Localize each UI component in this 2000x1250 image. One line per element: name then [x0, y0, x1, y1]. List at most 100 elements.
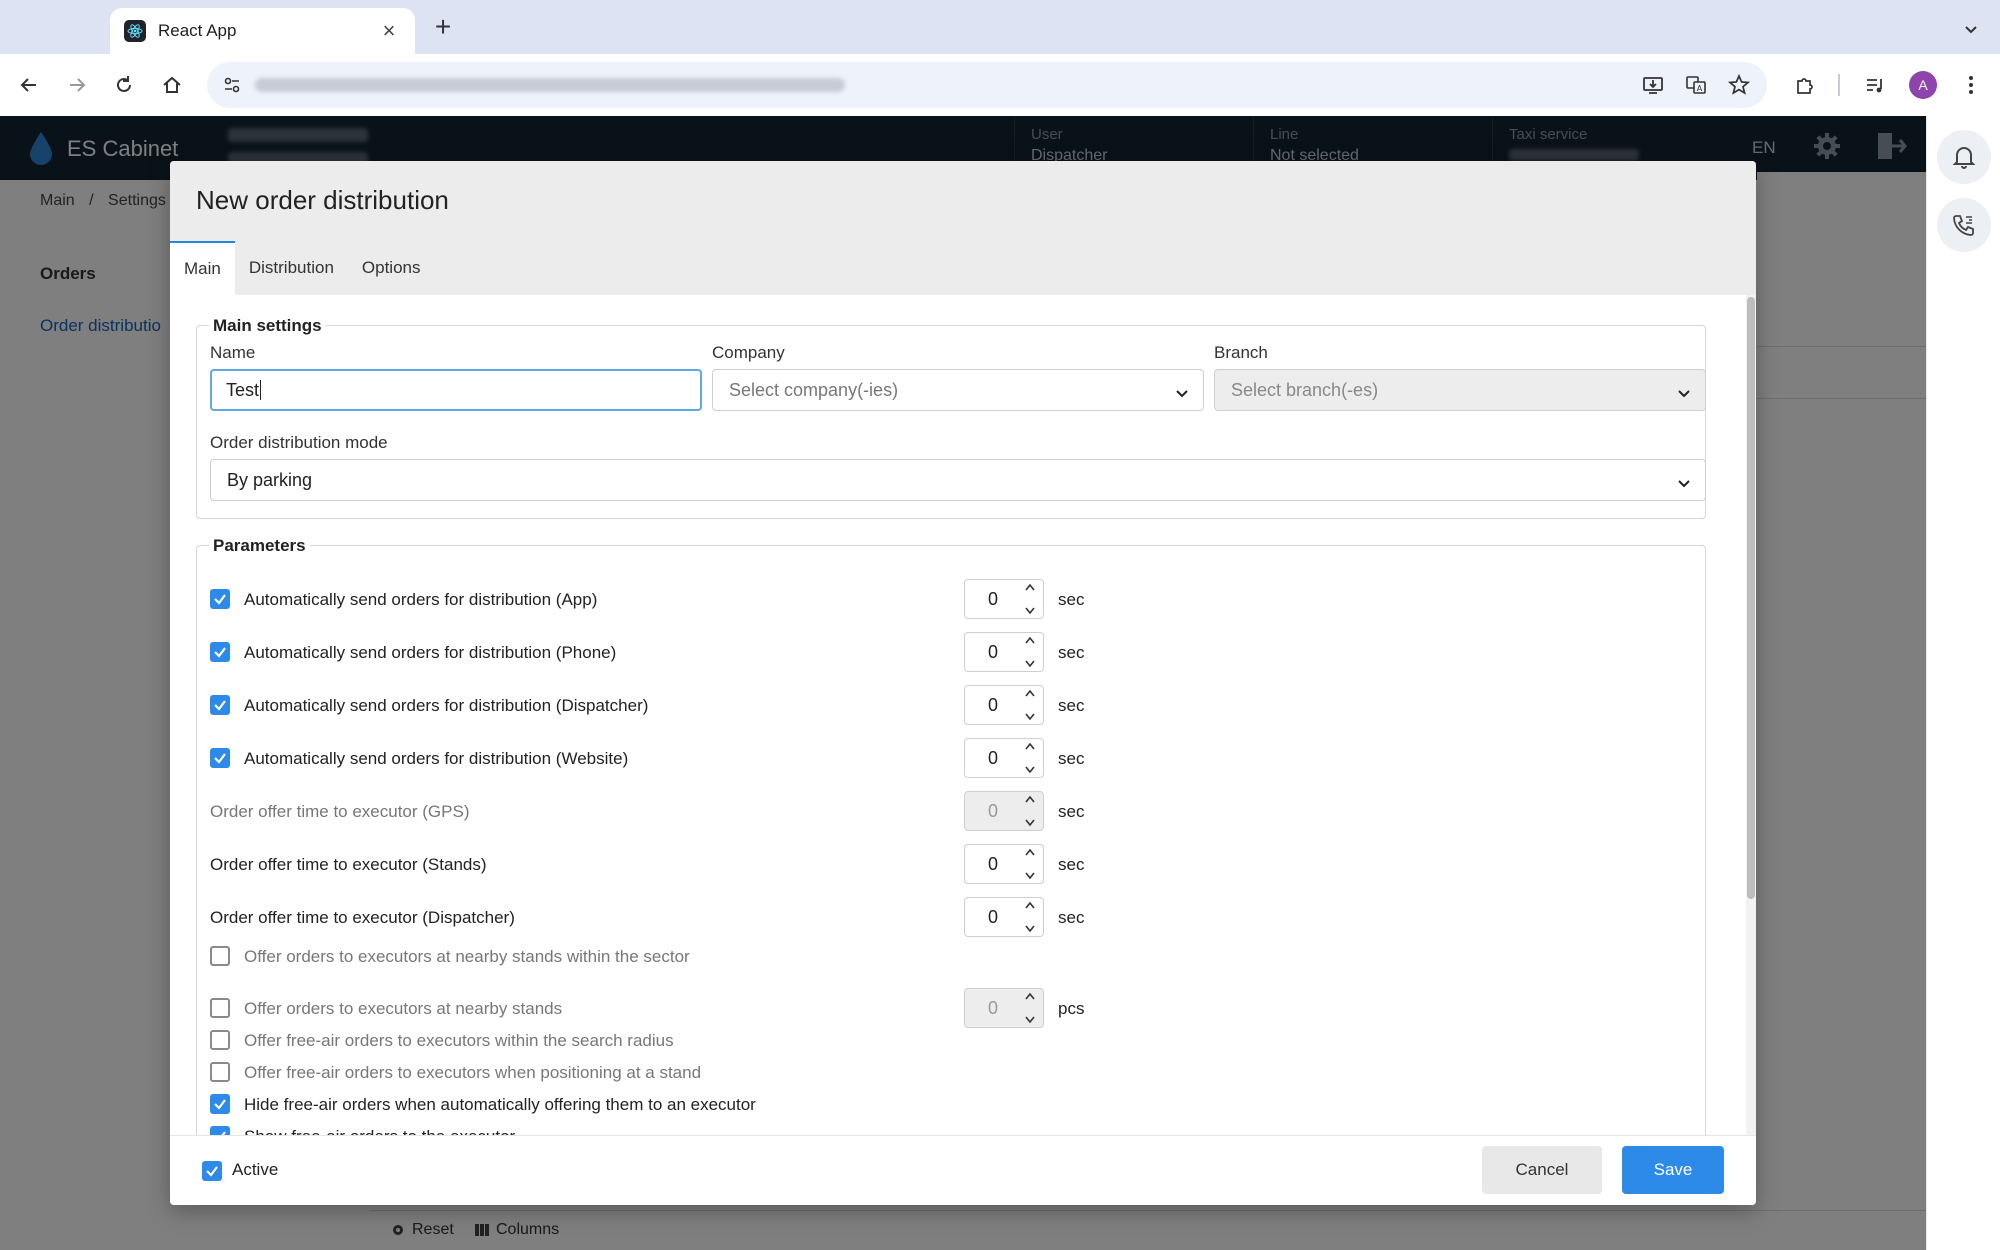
reload-icon[interactable]: [107, 68, 141, 102]
tab-main[interactable]: Main: [170, 241, 235, 295]
address-bar[interactable]: A: [207, 62, 1767, 108]
param-checkbox[interactable]: [210, 695, 230, 715]
param-checkbox[interactable]: [210, 642, 230, 662]
param-label: Show free-air orders to the executor: [244, 1127, 515, 1135]
param-number-input[interactable]: 0: [964, 897, 1044, 937]
phone-icon[interactable]: [1937, 198, 1991, 252]
param-checkbox[interactable]: [210, 1030, 230, 1050]
chevron-down-icon[interactable]: [1956, 14, 1986, 44]
check-icon: [214, 594, 226, 605]
spin-up-icon[interactable]: [1025, 795, 1035, 803]
svg-text:A: A: [1697, 84, 1703, 93]
param-checkbox[interactable]: [210, 1062, 230, 1082]
modal-title: New order distribution: [196, 185, 449, 215]
spin-up-icon[interactable]: [1025, 992, 1035, 1000]
spin-down-icon[interactable]: [1025, 607, 1035, 615]
param-checkbox[interactable]: [210, 1126, 230, 1135]
spinner[interactable]: [1021, 583, 1039, 615]
chevron-down-icon: [1175, 384, 1189, 405]
spinner[interactable]: [1021, 992, 1039, 1024]
param-number-input[interactable]: 0: [964, 791, 1044, 831]
spinner[interactable]: [1021, 742, 1039, 774]
param-number-input[interactable]: 0: [964, 988, 1044, 1028]
spinner[interactable]: [1021, 901, 1039, 933]
param-number-value: 0: [987, 748, 998, 768]
param-label: Offer free-air orders to executors withi…: [244, 1031, 674, 1050]
param-label: Automatically send orders for distributi…: [244, 749, 629, 768]
param-checkbox[interactable]: [210, 589, 230, 609]
bell-icon[interactable]: [1937, 130, 1991, 184]
back-icon[interactable]: [12, 68, 46, 102]
spinner[interactable]: [1021, 848, 1039, 880]
param-number-input[interactable]: 0: [964, 579, 1044, 619]
spin-down-icon[interactable]: [1025, 872, 1035, 880]
param-label: Order offer time to executor (Dispatcher…: [210, 908, 515, 927]
spin-up-icon[interactable]: [1025, 848, 1035, 856]
param-number-value: 0: [987, 642, 998, 662]
spin-down-icon[interactable]: [1025, 1016, 1035, 1024]
right-rail: [1926, 116, 2000, 1250]
name-value: Test: [226, 380, 260, 400]
spin-up-icon[interactable]: [1025, 636, 1035, 644]
install-icon[interactable]: [1636, 68, 1670, 102]
param-label: Automatically send orders for distributi…: [244, 696, 649, 715]
spinner[interactable]: [1021, 636, 1039, 668]
chevron-down-icon: [1677, 474, 1691, 495]
param-checkbox[interactable]: [210, 1094, 230, 1114]
spin-up-icon[interactable]: [1025, 583, 1035, 591]
parameters-legend: Parameters: [209, 536, 310, 556]
company-select[interactable]: Select company(-ies): [712, 369, 1204, 411]
spinner[interactable]: [1021, 689, 1039, 721]
plus-icon[interactable]: +: [428, 12, 458, 42]
tab-options[interactable]: Options: [348, 241, 435, 295]
site-info-icon[interactable]: [215, 68, 249, 102]
star-icon[interactable]: [1722, 68, 1756, 102]
name-label: Name: [210, 343, 256, 362]
spin-down-icon[interactable]: [1025, 925, 1035, 933]
react-favicon-icon: [124, 20, 146, 42]
spin-up-icon[interactable]: [1025, 689, 1035, 697]
forward-icon[interactable]: [60, 68, 94, 102]
spin-down-icon[interactable]: [1025, 660, 1035, 668]
spin-up-icon[interactable]: [1025, 742, 1035, 750]
spin-down-icon[interactable]: [1025, 819, 1035, 827]
param-number-value: 0: [987, 589, 998, 609]
param-unit: pcs: [1058, 999, 1085, 1018]
browser-tab[interactable]: React App ×: [110, 8, 415, 54]
param-checkbox[interactable]: [210, 748, 230, 768]
mode-value: By parking: [227, 470, 313, 490]
spin-down-icon[interactable]: [1025, 713, 1035, 721]
modal-scrollbar-thumb[interactable]: [1747, 297, 1755, 899]
translate-icon[interactable]: A: [1679, 68, 1713, 102]
browser-tab-title: React App: [158, 21, 237, 40]
name-input[interactable]: Test: [210, 369, 702, 411]
param-number-input[interactable]: 0: [964, 738, 1044, 778]
param-number-input[interactable]: 0: [964, 632, 1044, 672]
param-number-input[interactable]: 0: [964, 844, 1044, 884]
active-checkbox[interactable]: [202, 1161, 222, 1181]
param-number-input[interactable]: 0: [964, 685, 1044, 725]
spinner[interactable]: [1021, 795, 1039, 827]
tab-distribution[interactable]: Distribution: [235, 241, 348, 295]
param-unit: sec: [1058, 908, 1085, 927]
param-checkbox[interactable]: [210, 998, 230, 1018]
address-url-blurred: [255, 78, 845, 92]
save-button[interactable]: Save: [1622, 1146, 1724, 1194]
kebab-menu-icon[interactable]: [1954, 68, 1988, 102]
param-number-value: 0: [987, 801, 998, 821]
close-icon[interactable]: ×: [377, 19, 401, 43]
distribution-mode-select[interactable]: By parking: [210, 459, 1706, 501]
spin-down-icon[interactable]: [1025, 766, 1035, 774]
extensions-icon[interactable]: [1788, 68, 1822, 102]
param-number-value: 0: [987, 907, 998, 927]
profile-avatar[interactable]: A: [1906, 68, 1940, 102]
param-checkbox[interactable]: [210, 946, 230, 966]
spin-up-icon[interactable]: [1025, 901, 1035, 909]
cancel-button[interactable]: Cancel: [1482, 1146, 1602, 1194]
home-icon[interactable]: [155, 68, 189, 102]
modal-tabs: Main Distribution Options: [170, 241, 435, 295]
check-icon: [214, 1099, 226, 1110]
param-unit: sec: [1058, 802, 1085, 821]
media-icon[interactable]: [1858, 68, 1892, 102]
branch-select[interactable]: Select branch(-es): [1214, 369, 1706, 411]
